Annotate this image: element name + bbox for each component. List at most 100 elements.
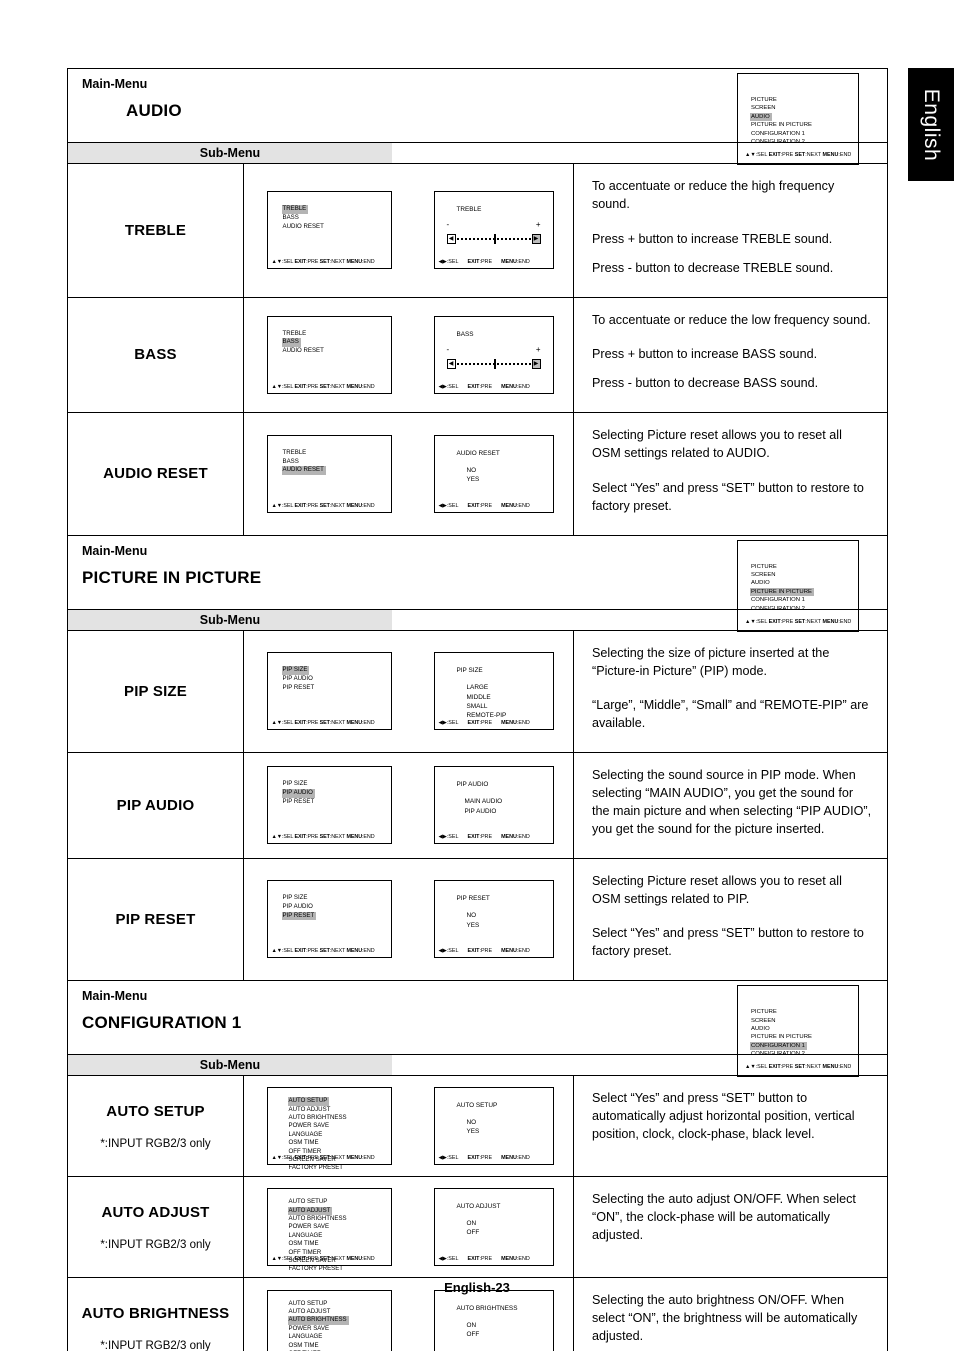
osd-menu-item[interactable]: AUTO ADJUST xyxy=(288,1106,333,1114)
osd-option[interactable]: PIP AUDIO xyxy=(465,807,503,816)
osd-menu-item[interactable]: AUTO BRIGHTNESS xyxy=(288,1215,349,1223)
main-menu-item[interactable]: PICTURE IN PICTURE xyxy=(750,587,814,597)
osd-option[interactable]: NO xyxy=(467,466,480,475)
main-menu-item[interactable]: AUDIO xyxy=(750,1025,772,1033)
osd-submenu-list: AUTO SETUP AUTO ADJUST AUTO BRIGHTNESS POWE… xyxy=(266,1188,392,1272)
osd-menu-item[interactable]: TREBLE xyxy=(282,330,309,339)
osd-menu-item[interactable]: OSM TIME xyxy=(288,1240,321,1248)
main-menu-item[interactable]: PICTURE IN PICTURE xyxy=(750,121,814,129)
osd-menu-item[interactable]: PIP AUDIO xyxy=(282,675,315,684)
osd-menu-item[interactable]: POWER SAVE xyxy=(288,1122,332,1130)
osd-menu-item[interactable]: TREBLE xyxy=(281,205,309,214)
main-menu-item[interactable]: PICTURE xyxy=(750,563,779,571)
osd-option[interactable]: YES xyxy=(467,1127,480,1136)
main-menu-item[interactable]: PICTURE xyxy=(750,96,779,104)
osd-option[interactable]: ON xyxy=(467,1321,480,1330)
slider-left-arrow-icon[interactable]: ◀ xyxy=(446,234,456,245)
osd-menu-item[interactable]: FACTORY PRESET xyxy=(288,1164,346,1172)
row-osd-list-cell: AUTO SETUP AUTO ADJUST AUTO BRIGHTNESS POWE… xyxy=(244,1177,414,1277)
osd-option[interactable]: OFF xyxy=(467,1228,480,1237)
osd-menu-item[interactable]: OSM TIME xyxy=(288,1342,321,1350)
osd-menu-item[interactable]: AUDIO RESET xyxy=(282,347,326,356)
osd-options: NO YES xyxy=(467,466,480,485)
osd-options: MAIN AUDIO PIP AUDIO xyxy=(465,797,503,816)
osd-option[interactable]: NO xyxy=(467,911,480,920)
osd-menu-item[interactable]: POWER SAVE xyxy=(288,1325,332,1333)
osd-menu-item[interactable]: PIP SIZE xyxy=(282,780,310,789)
osd-option[interactable]: MIDDLE xyxy=(467,693,507,702)
main-menu-item[interactable]: SCREEN xyxy=(750,1017,778,1025)
osd-menu-item[interactable]: AUDIO RESET xyxy=(282,223,326,232)
osd-menu-item[interactable]: AUTO SETUP xyxy=(288,1198,330,1206)
main-menu-item[interactable]: AUDIO xyxy=(750,579,772,587)
osd-footer-hint: ▲▼:SEL EXIT:PRE SET:NEXT MENU:END xyxy=(271,720,375,727)
osd-menu-item[interactable]: PIP RESET xyxy=(281,911,317,921)
osd-menu-item[interactable]: LANGUAGE xyxy=(288,1232,325,1240)
row-osd-detail-cell: BASS - + ◀ ▶ ◀▶:SEL EXIT:PRE MENU:END xyxy=(414,297,574,413)
osd-menu-item[interactable]: AUTO ADJUST xyxy=(288,1308,333,1316)
osd-option[interactable]: NO xyxy=(467,1118,480,1127)
slider-track[interactable]: ◀ ▶ xyxy=(446,358,541,369)
osd-detail-title: AUTO SETUP xyxy=(456,1102,498,1110)
osd-menu-item[interactable]: POWER SAVE xyxy=(288,1223,332,1231)
row-description-cell: To accentuate or reduce the high frequen… xyxy=(574,164,887,297)
osd-menu-item[interactable]: LANGUAGE xyxy=(288,1333,325,1341)
osd-option[interactable]: LARGE xyxy=(467,683,507,692)
osd-option[interactable]: REMOTE-PIP xyxy=(467,711,507,720)
osd-menu-item[interactable]: BASS xyxy=(281,338,301,348)
osd-menu-item[interactable]: AUTO ADJUST xyxy=(287,1206,333,1215)
row-description-paragraph: Selecting Picture reset allows you to re… xyxy=(592,873,842,906)
osd-menu-item[interactable]: OSM TIME xyxy=(288,1139,321,1147)
osd-menu-item[interactable]: PIP RESET xyxy=(282,684,317,693)
row-name-cell: PIP AUDIO xyxy=(68,753,244,858)
osd-menu-item[interactable]: BASS xyxy=(282,458,301,467)
row-description-paragraph: To accentuate or reduce the high frequen… xyxy=(592,179,835,211)
osd-option[interactable]: YES xyxy=(467,475,480,484)
osd-slider[interactable]: - + ◀ ▶ xyxy=(446,345,541,369)
row-description-cell: Selecting Picture reset allows you to re… xyxy=(574,413,887,535)
osd-menu-item[interactable]: PIP RESET xyxy=(282,798,317,807)
main-menu-caption: Main-Menu xyxy=(82,543,148,558)
osd-menu-item[interactable]: FACTORY PRESET xyxy=(288,1265,346,1273)
main-menu-item[interactable]: AUDIO xyxy=(750,112,772,122)
main-menu-item[interactable]: CONFIGURATION 1 xyxy=(750,1041,807,1050)
osd-option[interactable]: MAIN AUDIO xyxy=(465,797,503,806)
osd-menu-items: PIP SIZE PIP AUDIO PIP RESET xyxy=(281,894,317,921)
osd-menu-item[interactable]: PIP SIZE xyxy=(281,666,310,676)
osd-slider[interactable]: - + ◀ ▶ xyxy=(446,220,541,245)
main-menu-item[interactable]: SCREEN xyxy=(750,104,778,112)
row-name-cell: PIP SIZE xyxy=(68,630,244,753)
osd-menu-item[interactable]: AUTO SETUP xyxy=(288,1300,330,1308)
slider-thumb[interactable] xyxy=(493,234,496,245)
osd-menu-item[interactable]: AUTO BRIGHTNESS xyxy=(288,1114,349,1122)
row-description-paragraph: Selecting Picture reset allows you to re… xyxy=(592,428,842,460)
main-menu-item[interactable]: CONFIGURATION 1 xyxy=(750,130,807,138)
osd-menu-item[interactable]: AUDIO RESET xyxy=(281,466,326,475)
osd-option[interactable]: SMALL xyxy=(467,702,507,711)
slider-thumb[interactable] xyxy=(493,358,496,369)
osd-option[interactable]: OFF xyxy=(467,1330,480,1339)
main-menu-item[interactable]: PICTURE IN PICTURE xyxy=(750,1033,814,1041)
osd-option[interactable]: YES xyxy=(467,921,480,930)
main-menu-item[interactable]: CONFIGURATION 1 xyxy=(750,596,807,604)
slider-right-arrow-icon[interactable]: ▶ xyxy=(531,234,541,245)
main-menu-item[interactable]: PICTURE xyxy=(750,1008,779,1016)
osd-menu-item[interactable]: PIP SIZE xyxy=(282,894,310,903)
osd-menu-item[interactable]: PIP AUDIO xyxy=(281,789,315,798)
slider-right-arrow-icon[interactable]: ▶ xyxy=(531,358,541,369)
osd-option[interactable]: ON xyxy=(467,1219,480,1228)
slider-track[interactable]: ◀ ▶ xyxy=(446,234,541,245)
osd-menu-item[interactable]: BASS xyxy=(282,214,301,223)
slider-left-arrow-icon[interactable]: ◀ xyxy=(446,358,456,369)
section-title: AUDIO xyxy=(126,101,182,120)
main-menu-item[interactable]: SCREEN xyxy=(750,571,778,579)
osd-footer-hint: ◀▶:SEL EXIT:PRE MENU:END xyxy=(438,834,530,841)
osd-menu-item[interactable]: TREBLE xyxy=(282,449,309,458)
row-note: *:INPUT RGB2/3 only xyxy=(100,1137,211,1150)
osd-menu-item[interactable]: LANGUAGE xyxy=(288,1131,325,1139)
osd-menu-item[interactable]: AUTO SETUP xyxy=(287,1097,330,1106)
osd-menu-item[interactable]: PIP AUDIO xyxy=(282,903,315,912)
osd-menu-item[interactable]: AUTO BRIGHTNESS xyxy=(287,1316,349,1325)
main-menu-caption: Main-Menu xyxy=(82,77,148,91)
osd-footer: ◀▶:SEL EXIT:PRE MENU:END xyxy=(435,503,553,509)
